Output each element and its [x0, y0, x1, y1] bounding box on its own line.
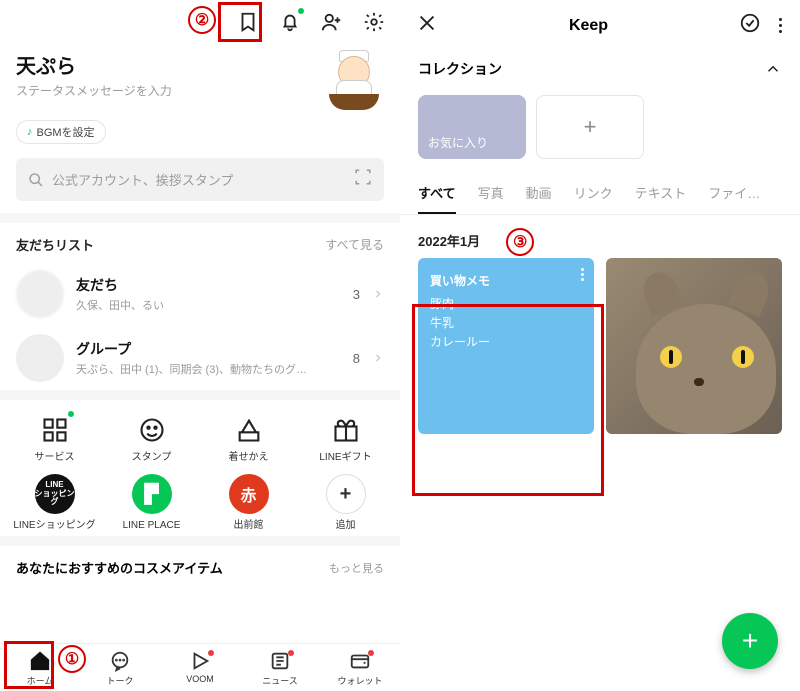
- status-message[interactable]: ステータスメッセージを入力: [16, 82, 172, 99]
- search-field[interactable]: 公式アカウント、挨拶スタンプ: [16, 158, 384, 201]
- keep-tabs: すべて 写真 動画 リンク テキスト ファイ…: [400, 177, 800, 215]
- keep-header: Keep: [400, 0, 800, 51]
- profile-section[interactable]: 天ぷら ステータスメッセージを入力: [0, 42, 400, 110]
- chevron-up-icon: [764, 60, 782, 78]
- keep-photo-card[interactable]: [606, 258, 782, 434]
- tab-photo[interactable]: 写真: [478, 183, 504, 214]
- annotation-box-2: [218, 2, 262, 42]
- line-place-button[interactable]: ▛LINE PLACE: [105, 474, 198, 532]
- stamp-button[interactable]: スタンプ: [105, 414, 198, 464]
- qr-scan-icon[interactable]: [354, 168, 372, 191]
- bgm-button[interactable]: ♪BGMを設定: [16, 120, 106, 144]
- demaekan-button[interactable]: 赤出前館: [202, 474, 295, 532]
- line-shopping-button[interactable]: LINEショッピングLINEショッピング: [8, 474, 101, 532]
- profile-name: 天ぷら: [16, 50, 172, 79]
- collection-row: お気に入り +: [400, 87, 800, 177]
- groups-row[interactable]: グループ 天ぷら、田中 (1)、同期会 (3)、動物たちのグ… 8: [0, 326, 400, 390]
- service-grid-row1: サービス スタンプ 着せかえ LINEギフト: [0, 400, 400, 468]
- nav-wallet[interactable]: ウォレット: [320, 650, 400, 687]
- friends-row[interactable]: 友だち 久保、田中、るい 3: [0, 262, 400, 326]
- annotation-box-3: [412, 304, 604, 496]
- profile-avatar[interactable]: [324, 50, 384, 110]
- chevron-right-icon: [372, 288, 384, 300]
- gift-button[interactable]: LINEギフト: [299, 414, 392, 464]
- annotation-1: ①: [58, 645, 86, 673]
- services-button[interactable]: サービス: [8, 414, 101, 464]
- annotation-3: ③: [506, 228, 534, 256]
- gear-icon[interactable]: [362, 10, 386, 34]
- more-menu-icon[interactable]: [777, 16, 784, 35]
- add-fab-button[interactable]: +: [722, 613, 778, 669]
- theme-button[interactable]: 着せかえ: [202, 414, 295, 464]
- add-service-button[interactable]: +追加: [299, 474, 392, 532]
- memo-more-icon[interactable]: [581, 268, 584, 281]
- nav-voom[interactable]: VOOM: [160, 650, 240, 687]
- friends-thumb: [16, 270, 64, 318]
- close-icon[interactable]: [416, 12, 438, 39]
- add-friend-icon[interactable]: [320, 10, 344, 34]
- nav-news[interactable]: ニュース: [240, 650, 320, 687]
- chevron-right-icon: [372, 352, 384, 364]
- friends-list-header: 友だちリスト すべて見る: [0, 223, 400, 262]
- tab-text[interactable]: テキスト: [635, 183, 687, 214]
- check-icon[interactable]: [739, 12, 761, 39]
- cosme-more-link[interactable]: もっと見る: [329, 560, 384, 576]
- see-all-link[interactable]: すべて見る: [325, 236, 384, 253]
- service-grid-row2: LINEショッピングLINEショッピング ▛LINE PLACE 赤出前館 +追…: [0, 468, 400, 536]
- keep-screen: Keep コレクション お気に入り + すべて 写真 動画 リンク テキスト フ…: [400, 0, 800, 691]
- add-collection-button[interactable]: +: [536, 95, 644, 159]
- nav-talk[interactable]: トーク: [80, 650, 160, 687]
- annotation-2: ②: [188, 6, 216, 34]
- collection-header[interactable]: コレクション: [400, 51, 800, 87]
- groups-thumb: [16, 334, 64, 382]
- tab-file[interactable]: ファイ…: [708, 183, 760, 214]
- annotation-box-1: [4, 641, 54, 689]
- home-screen: ② 天ぷら ステータスメッセージを入力 ♪BGMを設定 公式アカウント、挨拶スタ…: [0, 0, 400, 691]
- search-icon: [28, 172, 44, 188]
- keep-title: Keep: [569, 17, 608, 35]
- tab-video[interactable]: 動画: [526, 183, 552, 214]
- tab-all[interactable]: すべて: [418, 183, 456, 214]
- bell-icon[interactable]: [278, 10, 302, 34]
- cosme-section-header: あなたにおすすめのコスメアイテム もっと見る: [0, 546, 400, 637]
- date-label: 2022年1月: [400, 215, 498, 258]
- favorite-collection[interactable]: お気に入り: [418, 95, 526, 159]
- tab-link[interactable]: リンク: [574, 183, 613, 214]
